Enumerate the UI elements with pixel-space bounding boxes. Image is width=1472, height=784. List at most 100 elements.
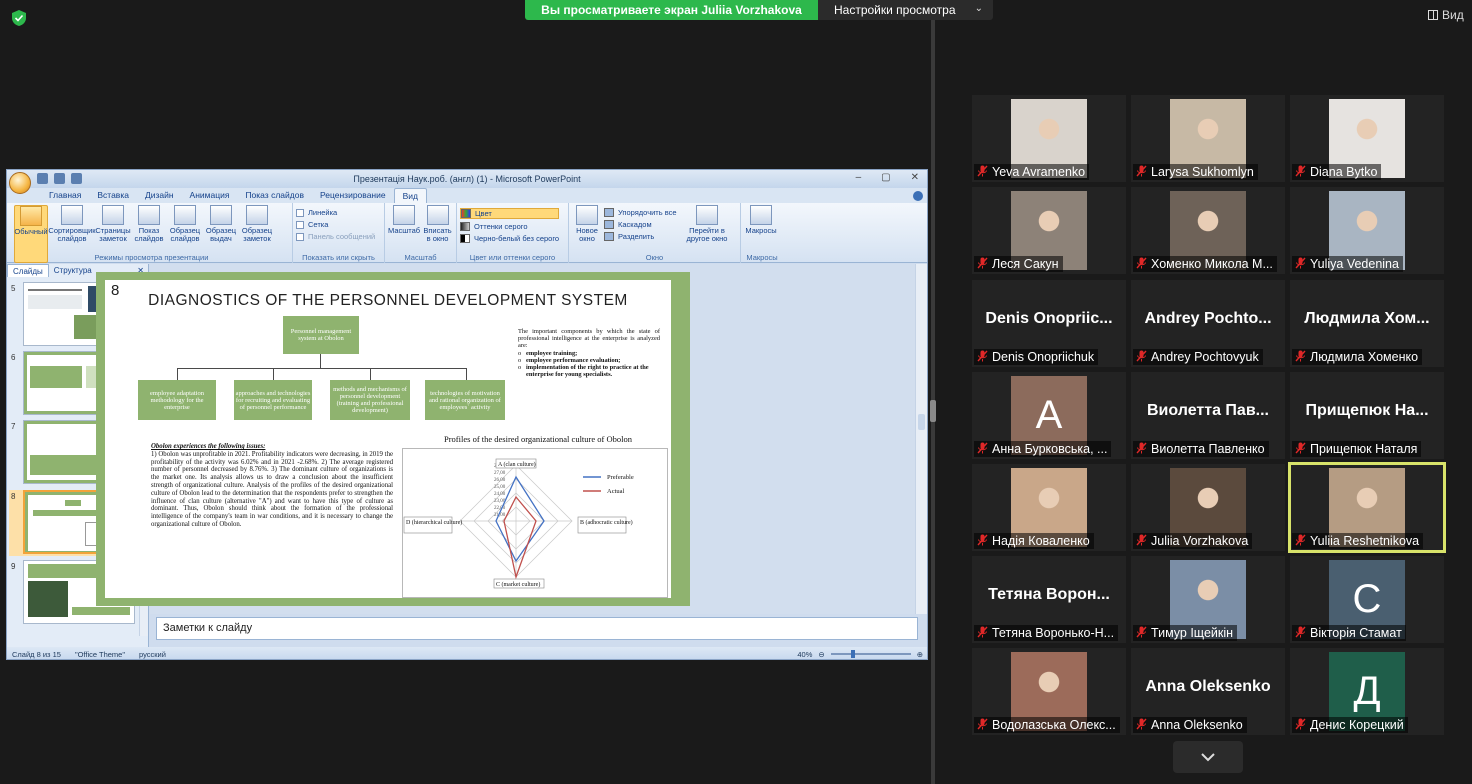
participant-tile[interactable]: С Вікторія Стамат (1290, 556, 1444, 643)
color-button[interactable]: Цвет (460, 208, 560, 219)
tab-outline[interactable]: Структура (49, 264, 97, 277)
participant-tile[interactable]: Yeva Avramenko (972, 95, 1126, 182)
checkbox-icon (296, 220, 304, 229)
participant-name-label: Juliia Vorzhakova (1133, 533, 1253, 549)
tab-slides[interactable]: Слайды (7, 264, 49, 277)
notes-page-label: Страницы заметок (95, 226, 131, 243)
participant-tile[interactable]: Леся Сакун (972, 187, 1126, 274)
participant-tile[interactable]: Водолазська Олекс... (972, 648, 1126, 735)
grayscale-label: Оттенки серого (474, 222, 528, 231)
participant-tile[interactable]: Людмила Хом... Людмила Хоменко (1290, 280, 1444, 367)
participant-tile[interactable]: Denis Onopriic... Denis Onopriichuk (972, 280, 1126, 367)
arrange-all-label: Упорядочить все (618, 208, 677, 217)
ruler-label: Линейка (308, 208, 338, 217)
resize-handle[interactable] (930, 400, 936, 422)
black-white-button[interactable]: Черно-белый без серого (460, 234, 559, 243)
arrange-all-button[interactable]: Упорядочить все (604, 208, 680, 217)
scroll-thumb[interactable] (918, 414, 925, 430)
message-bar-checkbox[interactable]: Панель сообщений (296, 232, 375, 241)
fit-to-window-label: Вписать в окно (423, 226, 452, 243)
cascade-icon (604, 220, 614, 229)
close-icon[interactable]: ✕ (911, 172, 919, 183)
participant-tile[interactable]: А Анна Бурковська, ... (972, 372, 1126, 459)
tab-insert[interactable]: Вставка (89, 188, 137, 203)
org-box: methods and mechanisms of personnel deve… (330, 380, 410, 420)
redo-icon[interactable] (71, 173, 82, 184)
thumb-number: 6 (11, 353, 16, 362)
slide-master-label: Образец слайдов (169, 226, 201, 243)
zoom-out-icon[interactable]: ⊖ (818, 650, 824, 659)
ruler-checkbox[interactable]: Линейка (296, 208, 375, 217)
muted-mic-icon (977, 442, 988, 454)
chart-title: Profiles of the desired organizational c… (444, 434, 632, 444)
screen-share-banner: Вы просматриваете экран Juliia Vorzhakov… (525, 0, 818, 20)
tab-review[interactable]: Рецензирование (312, 188, 394, 203)
participant-name-label: Хоменко Микола М... (1133, 256, 1277, 272)
muted-mic-icon (1295, 165, 1306, 177)
participant-tile[interactable]: Yuliia Reshetnikova (1288, 462, 1446, 553)
muted-mic-icon (977, 534, 988, 546)
checkbox-icon (296, 208, 304, 217)
participant-tile[interactable]: Надія Коваленко (972, 464, 1126, 551)
muted-mic-icon (1136, 350, 1147, 362)
security-shield-icon[interactable] (10, 9, 28, 27)
participant-tile[interactable]: Д Денис Корецкий (1290, 648, 1444, 735)
save-icon[interactable] (37, 173, 48, 184)
muted-mic-icon (977, 165, 988, 177)
participant-tile[interactable]: Прищепюк На... Прищепюк Наталя (1290, 372, 1444, 459)
radar-tick-label: 24,00 (494, 492, 506, 497)
tab-animation[interactable]: Анимация (182, 188, 238, 203)
office-button-icon[interactable] (9, 172, 31, 194)
muted-mic-icon (1295, 718, 1306, 730)
zoom-in-icon[interactable]: ⊕ (917, 650, 923, 659)
radar-axis-label: C (market culture) (496, 581, 540, 588)
tab-home[interactable]: Главная (41, 188, 89, 203)
gallery-scroll-down-button[interactable] (1173, 741, 1243, 773)
switch-window-icon (696, 205, 718, 225)
cascade-button[interactable]: Каскадом (604, 220, 680, 229)
current-slide[interactable]: 8 DIAGNOSTICS OF THE PERSONNEL DEVELOPME… (105, 280, 671, 598)
view-settings-dropdown[interactable]: Настройки просмотра ⌄ (818, 0, 993, 20)
radar-series-1 (503, 495, 537, 580)
split-icon (604, 232, 614, 241)
normal-view-icon (20, 206, 42, 226)
minimize-icon[interactable]: – (856, 172, 862, 183)
powerpoint-window: Презентація Наук.роб. (англ) (1) - Micro… (6, 169, 928, 660)
participant-tile[interactable]: Виолетта Пав... Виолетта Павленко (1131, 372, 1285, 459)
participant-tile[interactable]: Juliia Vorzhakova (1131, 464, 1285, 551)
view-button[interactable]: Вид (1428, 8, 1464, 22)
participant-tile[interactable]: Yuliya Vedenina (1290, 187, 1444, 274)
maximize-icon[interactable]: ▢ (881, 172, 890, 183)
status-slide-count: Слайд 8 из 15 (12, 649, 61, 659)
thumb-number: 5 (11, 284, 16, 293)
grid-checkbox[interactable]: Сетка (296, 220, 375, 229)
tab-view[interactable]: Вид (393, 188, 427, 203)
grayscale-button[interactable]: Оттенки серого (460, 222, 559, 231)
participant-tile[interactable]: Andrey Pochto... Andrey Pochtovyuk (1131, 280, 1285, 367)
zoom-button-label: Масштаб (388, 226, 421, 235)
participant-tile[interactable]: Тетяна Ворон... Тетяна Воронько-Н... (972, 556, 1126, 643)
slide-notes-field[interactable]: Заметки к слайду (156, 617, 918, 640)
participant-tile[interactable]: Anna Oleksenko Anna Oleksenko (1131, 648, 1285, 735)
participant-tile[interactable]: Тимур Іщейкін (1131, 556, 1285, 643)
zoom-slider[interactable] (830, 650, 911, 658)
participant-tile[interactable]: Хоменко Микола М... (1131, 187, 1285, 274)
important-list: employee training; employee performance … (518, 350, 660, 379)
participant-tile[interactable]: Larysa Sukhomlyn (1131, 95, 1285, 182)
participant-name-label: Тимур Іщейкін (1133, 625, 1238, 641)
checkbox-icon (296, 232, 304, 241)
help-icon[interactable] (913, 190, 923, 201)
participant-big-name: Andrey Pochto... (1144, 310, 1272, 327)
tab-design[interactable]: Дизайн (137, 188, 182, 203)
participant-name-label: Yeva Avramenko (974, 164, 1090, 180)
connector-line (177, 368, 178, 380)
participant-tile[interactable]: Diana Bytko (1290, 95, 1444, 182)
ribbon-group-macros: Макросы Макросы (741, 203, 783, 263)
radar-tick-label: 25,00 (494, 485, 506, 490)
slide-scrollbar[interactable] (915, 264, 927, 614)
ppt-status-bar: Слайд 8 из 15 "Office Theme" русский 40%… (7, 647, 927, 659)
tab-slideshow[interactable]: Показ слайдов (237, 188, 312, 203)
split-button[interactable]: Разделить (604, 232, 680, 241)
undo-icon[interactable] (54, 173, 65, 184)
handout-master-icon (210, 205, 232, 225)
